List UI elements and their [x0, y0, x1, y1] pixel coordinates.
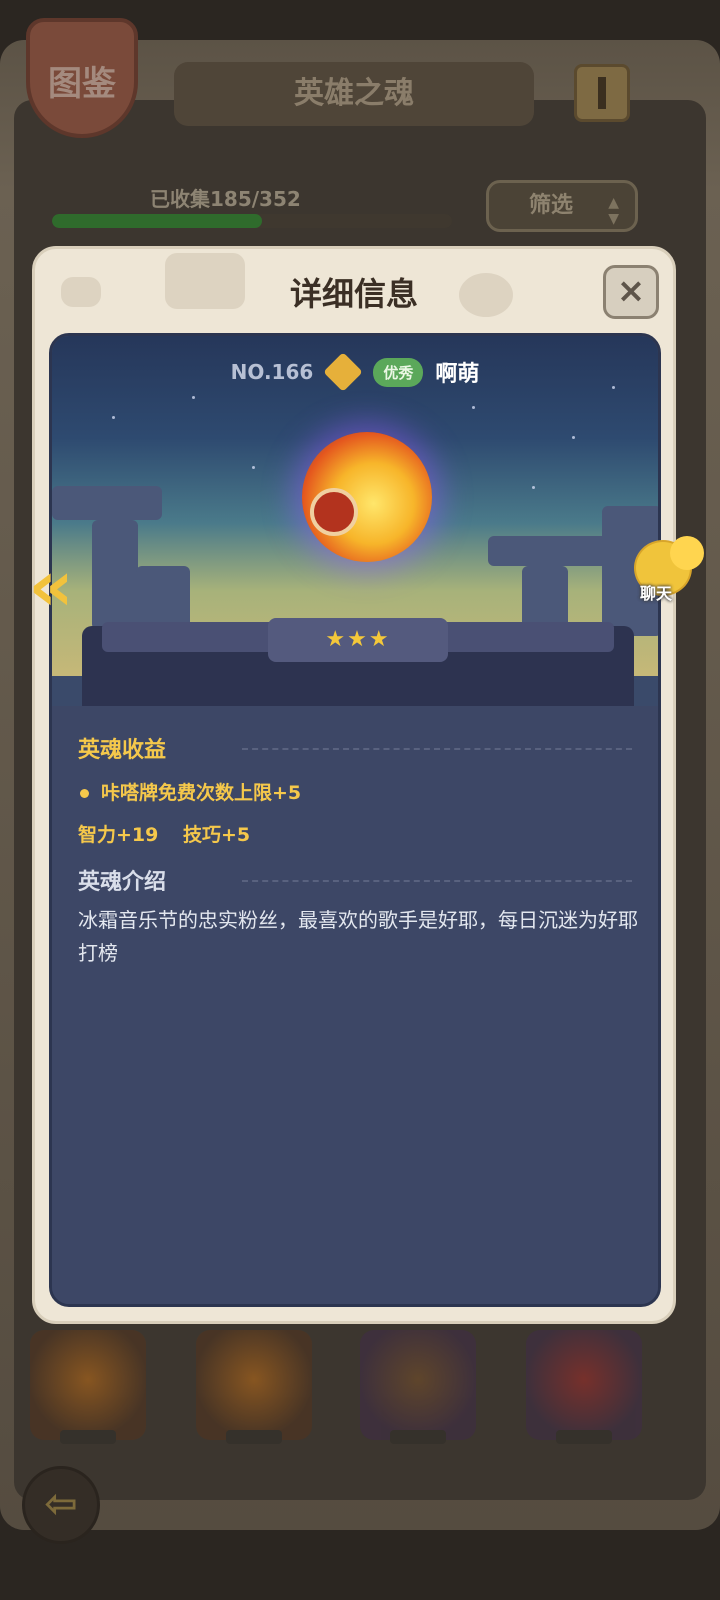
detail-modal: 详细信息 × NO.166 优秀 啊萌 ★★★ 英魂收益 咔嗒牌免费次数上限+5… [32, 246, 676, 1324]
hero-card-number [60, 1430, 116, 1444]
modal-title: 详细信息 [289, 275, 418, 313]
benefit-bullet: 咔嗒牌免费次数上限+5 [80, 778, 301, 805]
hero-card-number [390, 1430, 446, 1444]
stat-skill: 技巧+5 [183, 824, 251, 846]
hero-number: NO.166 [230, 360, 314, 384]
collection-progress-bar [52, 214, 452, 228]
divider [242, 880, 632, 882]
back-arrow-icon: ⇦ [44, 1481, 78, 1527]
filter-button[interactable]: 筛选 ▲ ▼ [486, 180, 638, 232]
hero-detail-panel: NO.166 优秀 啊萌 ★★★ 英魂收益 咔嗒牌免费次数上限+5 智力+19 … [49, 333, 661, 1307]
rank-icon [323, 352, 364, 392]
page-title: 英雄之魂 [174, 62, 534, 126]
intro-text: 冰霜音乐节的忠实粉丝，最喜欢的歌手是好耶，每日沉迷为好耶打榜 [78, 908, 638, 965]
book-icon[interactable] [574, 64, 630, 122]
filter-label: 筛选 [529, 193, 574, 218]
collection-progress-fill [52, 214, 263, 228]
hero-card[interactable] [526, 1330, 642, 1444]
stone-pillar [52, 486, 162, 520]
hero-portrait [302, 432, 432, 562]
hero-card-row [30, 1330, 690, 1450]
hero-name: 啊萌 [435, 362, 480, 387]
codex-badge: 图鉴 [26, 18, 138, 138]
stone-pillar [488, 536, 608, 566]
close-button[interactable]: × [603, 265, 659, 319]
chat-label: 聊天 [640, 584, 673, 603]
hero-card[interactable] [360, 1330, 476, 1444]
prev-hero-arrow[interactable]: « [18, 548, 84, 624]
close-icon: × [616, 271, 646, 311]
intro-title: 英魂介绍 [78, 870, 167, 895]
benefit-title: 英魂收益 [78, 738, 167, 763]
stat-bonuses: 智力+19 技巧+5 [78, 820, 250, 847]
hero-card-number [226, 1430, 282, 1444]
stone-pillar [92, 520, 138, 630]
quality-badge: 优秀 [373, 357, 424, 387]
chat-button[interactable]: 聊天 [624, 536, 706, 610]
back-button[interactable]: ⇦ [22, 1466, 100, 1544]
star-rating: ★★★ [325, 627, 391, 652]
hero-card[interactable] [30, 1330, 146, 1444]
sort-arrows-icon: ▲ ▼ [608, 195, 619, 227]
hero-header: NO.166 优秀 啊萌 [52, 352, 658, 392]
divider [242, 748, 632, 750]
collected-count: 已收集185/352 [150, 187, 301, 211]
chat-face-icon [670, 536, 704, 570]
codex-badge-label: 图鉴 [48, 64, 116, 104]
hero-card-number [556, 1430, 612, 1444]
stat-intelligence: 智力+19 [78, 824, 159, 846]
hero-card[interactable] [196, 1330, 312, 1444]
